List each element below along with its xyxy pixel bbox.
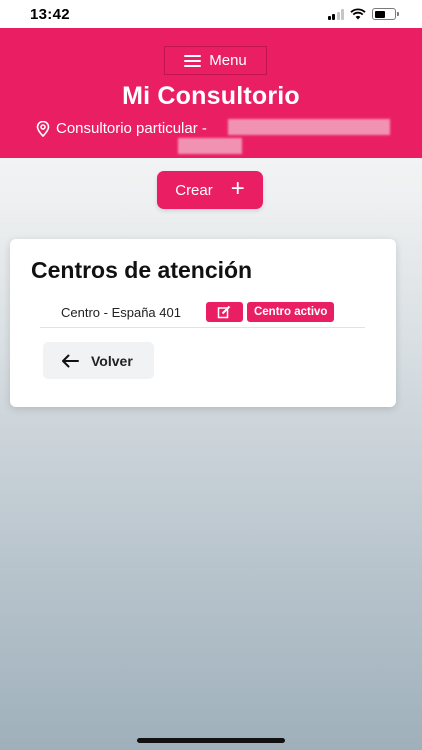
location-row: Consultorio particular - bbox=[36, 120, 207, 137]
arrow-left-icon bbox=[62, 354, 79, 367]
app-title: Mi Consultorio bbox=[122, 82, 300, 110]
app-header: Menu Mi Consultorio Consultorio particul… bbox=[0, 28, 422, 158]
back-label: Volver bbox=[91, 352, 133, 369]
menu-button[interactable]: Menu bbox=[164, 46, 267, 75]
card-title: Centros de atención bbox=[31, 257, 253, 283]
edit-button[interactable] bbox=[205, 302, 243, 322]
status-icons bbox=[327, 8, 399, 20]
back-button[interactable]: Volver bbox=[43, 342, 154, 379]
location-text: Consultorio particular - bbox=[56, 120, 207, 137]
list-item: Centro - España 401 Centro activo bbox=[40, 297, 365, 328]
redacted-text bbox=[178, 138, 242, 154]
center-name: Centro - España 401 bbox=[61, 304, 181, 320]
status-bar: 13:42 bbox=[0, 0, 422, 28]
edit-icon bbox=[218, 305, 231, 319]
menu-label: Menu bbox=[209, 52, 247, 69]
hamburger-icon bbox=[184, 54, 202, 67]
create-label: Crear bbox=[175, 181, 213, 199]
home-indicator bbox=[137, 738, 285, 743]
centers-card: Centros de atención Centro - España 401 … bbox=[10, 239, 396, 407]
redacted-text bbox=[228, 119, 390, 135]
wifi-icon bbox=[350, 8, 366, 20]
battery-icon bbox=[372, 8, 399, 20]
status-badge: Centro activo bbox=[246, 302, 335, 322]
create-button[interactable]: Crear + bbox=[157, 171, 263, 209]
status-time: 13:42 bbox=[30, 5, 70, 23]
signal-icon bbox=[327, 8, 344, 20]
plus-icon: + bbox=[230, 175, 245, 202]
location-pin-icon bbox=[36, 120, 50, 137]
